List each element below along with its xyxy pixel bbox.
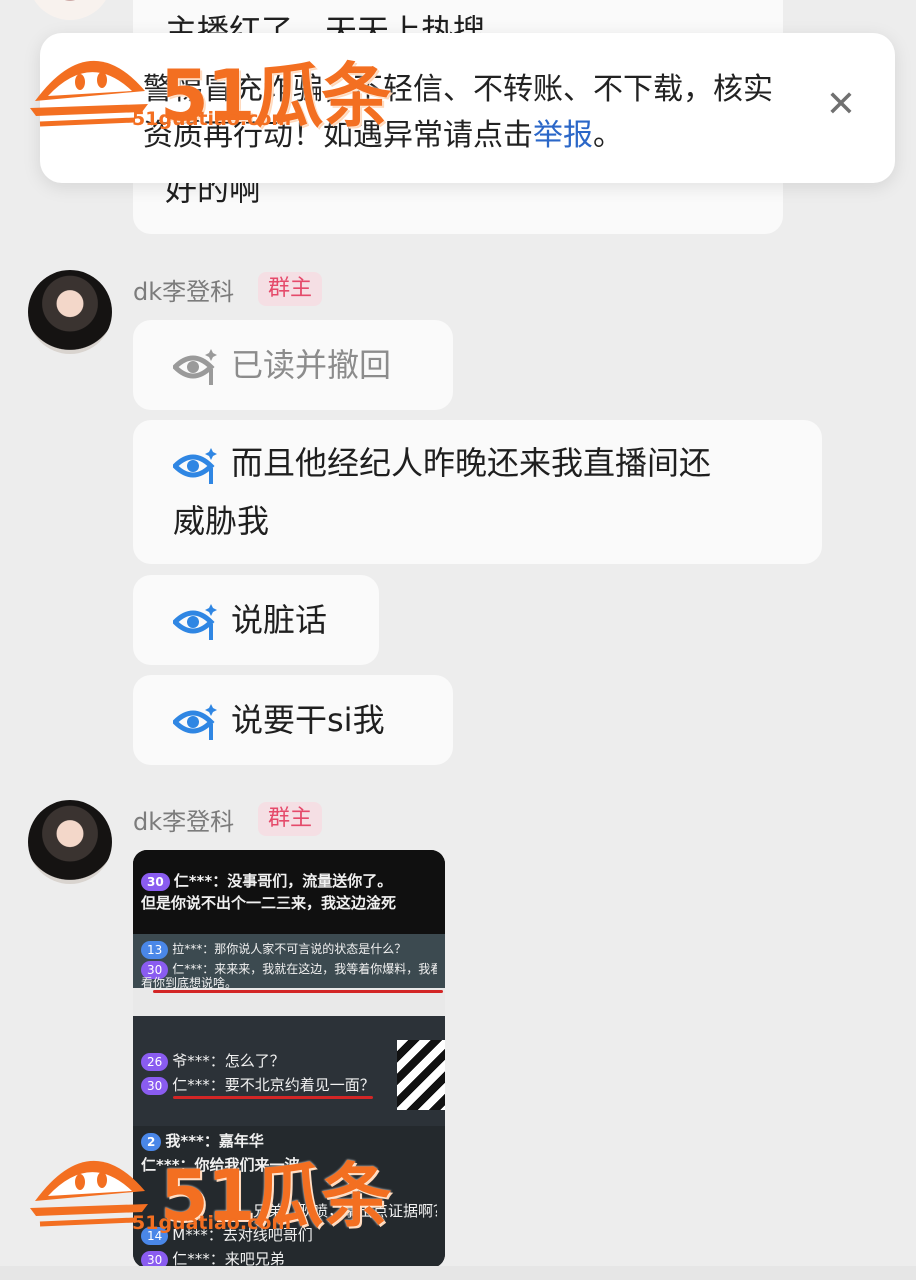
image-message[interactable]: 30 仁***：没事哥们，流量送你了。 但是你说不出个一二三来，我这边淦死 13 拉… xyxy=(133,850,445,1268)
chat-row: 26 爷***：怎么了？ xyxy=(141,1050,437,1072)
sender-name: dk李登科 xyxy=(133,278,235,306)
message-bubble[interactable]: 说要干si我 xyxy=(133,675,453,765)
bottom-edge xyxy=(0,1266,916,1280)
warning-text-end: 。 xyxy=(593,118,623,153)
message-bubble[interactable]: 而且他经纪人昨晚还来我直播间还 威胁我 xyxy=(133,420,822,564)
message-bubble[interactable]: 已读并撤回 xyxy=(133,320,453,410)
avatar[interactable] xyxy=(28,800,112,884)
chat-row: 但是你说不出个一二三来，我这边淦死 xyxy=(141,894,397,912)
message-text: 说要干si我 xyxy=(231,701,385,739)
sender-name: dk李登科 xyxy=(133,808,235,836)
chat-row: 2 我***：嘉年华 xyxy=(141,1130,437,1152)
watermark-url: 51guatiao.com xyxy=(132,1212,292,1234)
chat-row: 30 仁***：来吧兄弟 xyxy=(141,1248,437,1268)
message-text: 而且他经纪人昨晚还来我直播间还 威胁我 xyxy=(173,444,712,540)
eye-icon xyxy=(173,448,217,484)
eye-icon xyxy=(173,704,217,740)
recalled-text: 已读并撤回 xyxy=(231,346,392,384)
avatar[interactable] xyxy=(28,270,112,354)
message-bubble[interactable]: 说脏话 xyxy=(133,575,379,665)
chat-row: 13 拉***：那你说人家不可言说的状态是什么？ xyxy=(141,938,437,960)
owner-badge: 群主 xyxy=(258,802,323,836)
report-link[interactable]: 举报 xyxy=(533,118,593,153)
eye-icon xyxy=(173,349,217,385)
chat-row: 仁***：你给我们来一波 xyxy=(141,1156,300,1174)
chat-row: 30 仁***：没事哥们，流量送你了。 xyxy=(141,870,437,892)
close-icon[interactable]: ✕ xyxy=(823,87,859,123)
eye-icon xyxy=(173,604,217,640)
avatar[interactable] xyxy=(28,0,112,20)
message-text: 说脏话 xyxy=(231,601,328,639)
owner-badge: 群主 xyxy=(258,272,323,306)
watermark-url: 51guatiao.com xyxy=(132,108,292,130)
chat-row: 30 仁***：要不北京约着见一面？ xyxy=(141,1074,437,1096)
